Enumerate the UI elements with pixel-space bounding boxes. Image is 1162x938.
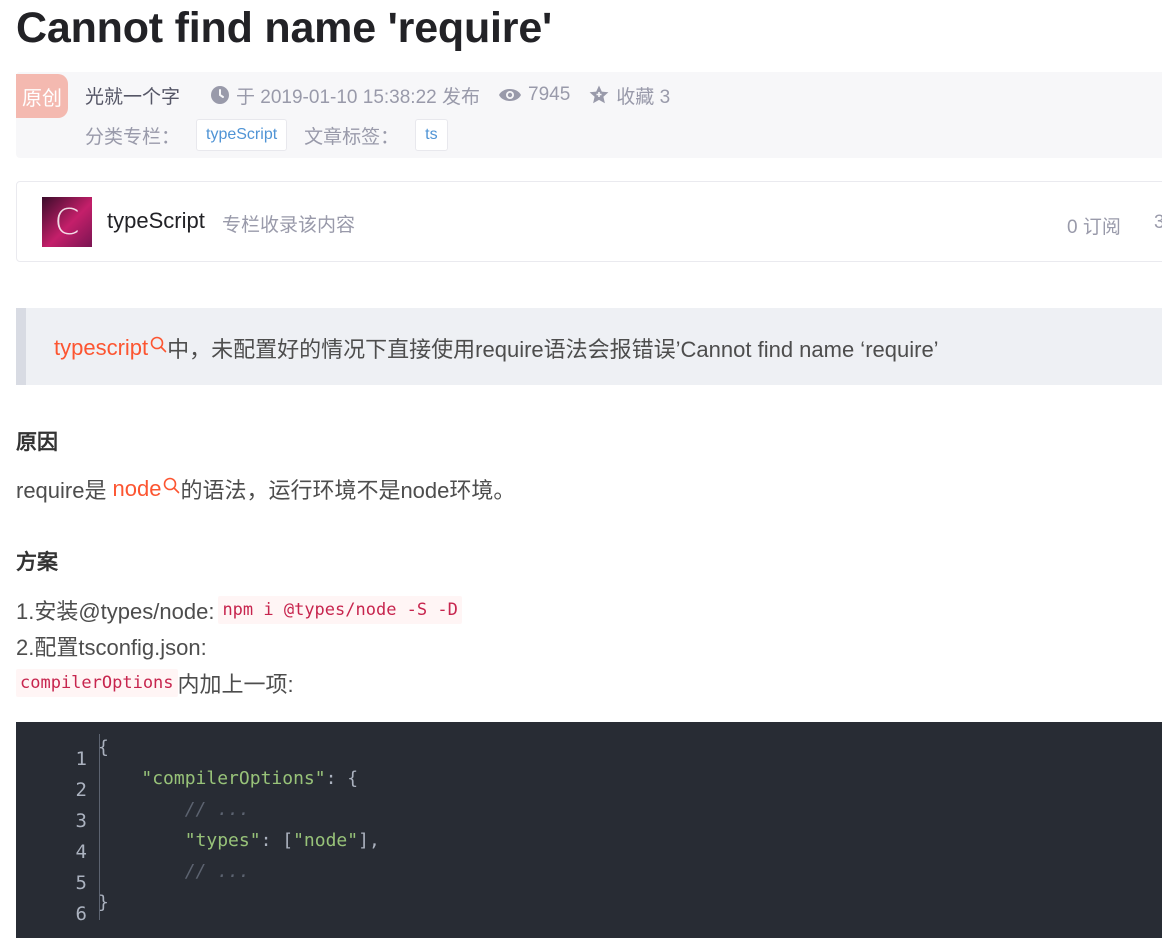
meta-row-info: 光就一个字 于 2019-01-10 15:38:22 发布 7945 收藏 3 [85,82,688,108]
code-line-1: { [98,737,109,758]
inline-code-install: npm i @types/node -S -D [218,596,462,624]
code-line-4: "types": ["node"], [98,830,380,851]
original-badge: 原创 [16,74,68,118]
line-number: 1 [75,748,87,770]
reason-suffix: 的语法，运行环境不是node环境。 [180,478,516,503]
search-icon [150,336,167,352]
eye-icon [499,89,522,101]
step-1-text: 1.安装@types/node: [16,599,215,624]
clock-icon [211,86,230,104]
reason-prefix: require是 [16,478,107,503]
code-key: "types" [184,830,261,851]
star-icon [589,85,609,104]
code-line-3: // ... [98,799,250,820]
author-link[interactable]: 光就一个字 [85,82,180,109]
step-3: compilerOptions 内加上一项: [16,667,294,699]
tags-label: 文章标签： [304,126,400,148]
keyword-text[interactable]: node [112,476,161,502]
line-number: 6 [75,903,87,925]
column-subtitle: 专栏收录该内容 [222,215,356,236]
publish-time-text: 于 2019-01-10 15:38:22 发布 [236,86,481,108]
line-number: 2 [75,779,87,801]
code-punct: : { [325,768,359,789]
column-avatar[interactable]: C [42,197,92,247]
quote-body: 中，未配置好的情况下直接使用require语法会报错误’Cannot find … [167,337,939,362]
line-number-gutter: 1 2 3 4 5 6 [16,734,100,925]
section-heading-reason: 原因 [16,431,58,454]
keyword-link-node[interactable]: node [112,476,180,502]
favorite-button[interactable]: 收藏 3 [588,82,670,109]
category-label: 分类专栏： [85,126,181,148]
article-tag[interactable]: ts [415,119,448,151]
column-article-count: 3 [1154,212,1162,233]
category-tag[interactable]: typeScript [196,119,288,151]
column-card[interactable]: C typeScript 专栏收录该内容 0 订阅 3 [16,181,1162,262]
blockquote: typescript 中，未配置好的情况下直接使用require语法会报错误’C… [16,308,1162,385]
code-value: "node" [293,830,359,851]
code-line-6: } [98,892,109,913]
step-3-text: 内加上一项: [177,672,294,697]
code-block: 1 2 3 4 5 6 { "compilerOptions": { // ..… [16,722,1162,938]
code-line-2: "compilerOptions": { [98,768,358,789]
inline-code-compiler-options: compilerOptions [16,669,178,697]
line-number: 3 [75,810,87,832]
article-title: Cannot find name 'require' [16,4,553,52]
favorite-count-text: 收藏 3 [616,86,671,108]
search-icon [164,477,180,493]
column-subscriptions: 0 订阅 [1067,217,1121,238]
publish-time: 于 2019-01-10 15:38:22 发布 [210,82,480,109]
section-heading-solution: 方案 [16,551,58,574]
meta-row-tags: 分类专栏： typeScript 文章标签： ts [85,118,465,152]
code-line-5: // ... [98,861,250,882]
code-punct: ], [358,830,380,851]
keyword-link-typescript[interactable]: typescript [54,335,167,361]
step-1: 1.安装@types/node: npm i @types/node -S -D [16,594,462,626]
view-count-text: 7945 [528,84,571,105]
code-key: "compilerOptions" [141,768,326,789]
article-meta: 原创 光就一个字 于 2019-01-10 15:38:22 发布 7945 收… [16,72,1162,158]
step-2: 2.配置tsconfig.json: [16,635,207,660]
column-name[interactable]: typeScript [107,208,205,234]
keyword-text[interactable]: typescript [54,335,148,361]
reason-paragraph: require是 node 的语法，运行环境不是node环境。 [16,473,515,505]
code-punct: : [ [260,830,294,851]
line-number: 5 [75,872,87,894]
line-number: 4 [75,841,87,863]
view-count: 7945 [498,84,570,106]
quote-text: typescript 中，未配置好的情况下直接使用require语法会报错误’C… [54,332,939,364]
